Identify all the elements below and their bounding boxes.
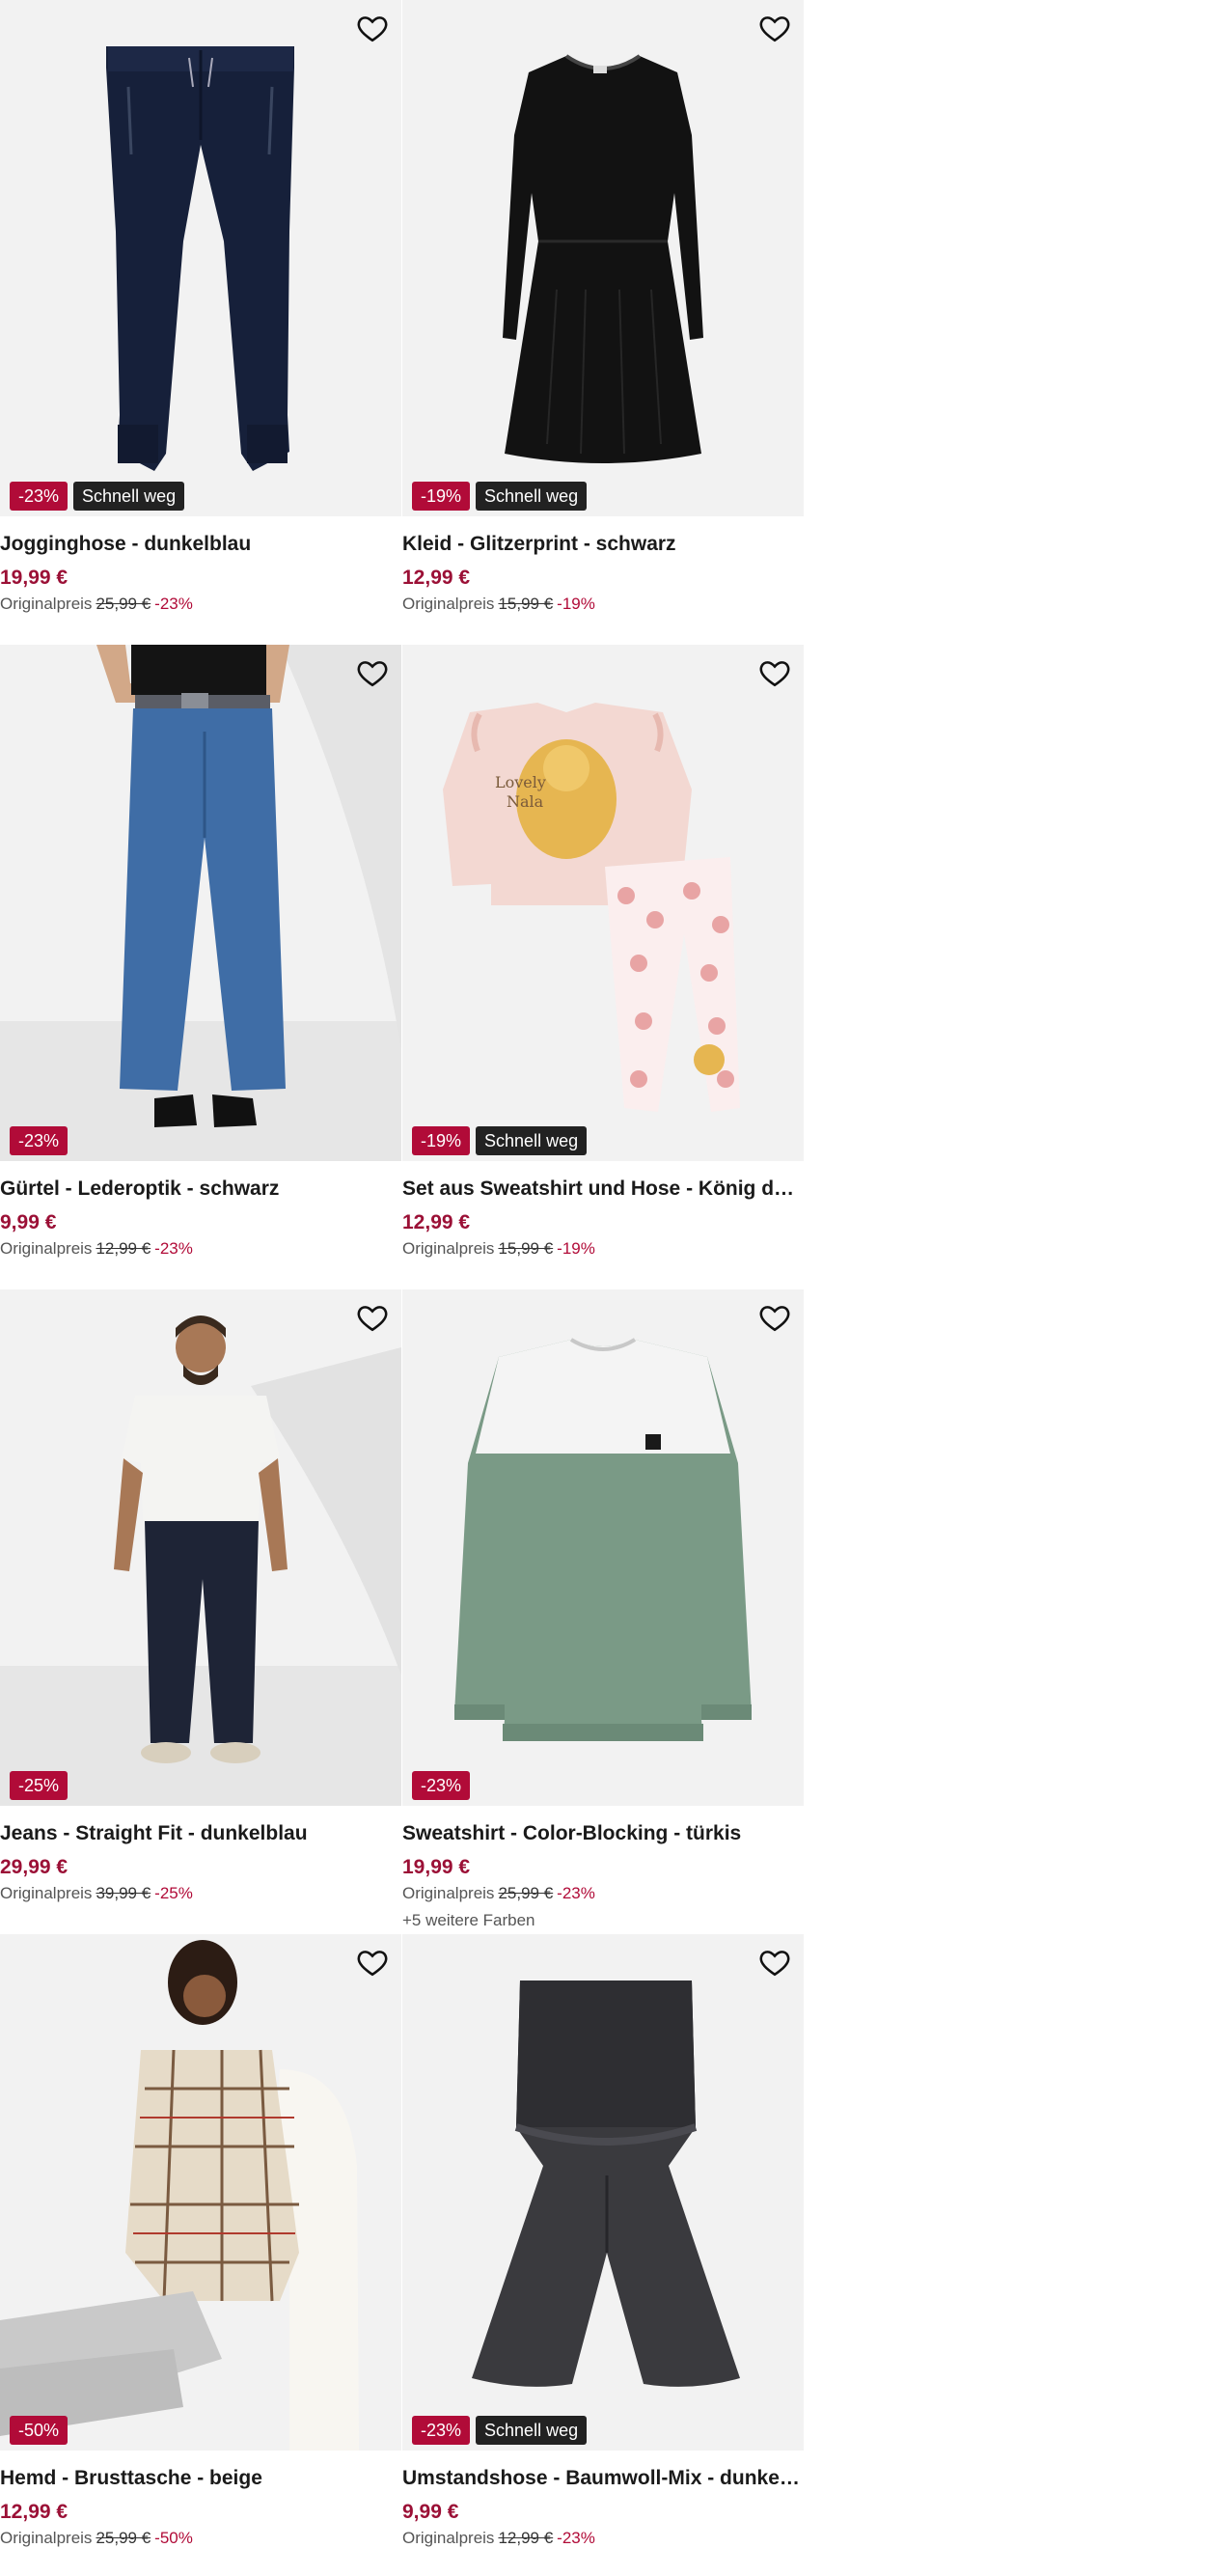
original-price-label: Originalpreis	[402, 2529, 495, 2547]
discount-percent: -23%	[557, 1884, 595, 1902]
jeans-model-image	[114, 1316, 401, 1763]
product-image[interactable]: -23% Schnell weg	[402, 1934, 804, 2451]
discount-badge: -19%	[412, 482, 471, 511]
product-image[interactable]: Lovely Nala -19% Schnell weg	[402, 645, 804, 1161]
badge-row: -23% Schnell weg	[10, 482, 185, 511]
heart-icon[interactable]	[355, 656, 390, 689]
more-colors-link[interactable]: +5 weitere Farben	[402, 1911, 535, 1930]
product-title[interactable]: Jogginghose - dunkelblau	[0, 533, 397, 556]
discount-percent: -25%	[154, 1884, 193, 1902]
badge-row: -19% Schnell weg	[412, 1126, 588, 1155]
product-title[interactable]: Jeans - Straight Fit - dunkelblau	[0, 1822, 397, 1845]
original-price: 12,99 €	[498, 2529, 554, 2547]
original-price-label: Originalpreis	[402, 1884, 495, 1902]
original-price: 12,99 €	[96, 1239, 151, 1258]
original-price-line: Originalpreis 25,99 € -23%	[0, 595, 193, 614]
dress-image	[503, 54, 703, 463]
maternity-pants-image	[472, 1980, 740, 2387]
heart-icon[interactable]	[355, 1301, 390, 1334]
product-image[interactable]: -23%	[402, 1289, 804, 1806]
original-price-label: Originalpreis	[0, 595, 93, 613]
discount-percent: -23%	[154, 1239, 193, 1258]
product-title[interactable]: Kleid - Glitzerprint - schwarz	[402, 533, 800, 556]
product-price: 9,99 €	[402, 2501, 459, 2523]
discount-badge: -23%	[10, 482, 69, 511]
fast-selling-badge: Schnell weg	[476, 1126, 588, 1155]
product-price: 12,99 €	[0, 2501, 69, 2523]
discount-percent: -19%	[557, 595, 595, 613]
product-title[interactable]: Sweatshirt - Color-Blocking - türkis	[402, 1822, 800, 1845]
print-text-line1: Lovely	[495, 773, 546, 791]
fast-selling-badge: Schnell weg	[476, 482, 588, 511]
original-price-label: Originalpreis	[0, 1239, 93, 1258]
heart-icon[interactable]	[355, 12, 390, 44]
product-title[interactable]: Set aus Sweatshirt und Hose - König der …	[402, 1177, 800, 1201]
heart-icon[interactable]	[355, 1946, 390, 1979]
original-price-line: Originalpreis 12,99 € -23%	[402, 2529, 595, 2548]
discount-badge: -23%	[412, 1771, 471, 1800]
original-price-line: Originalpreis 25,99 € -23%	[402, 1884, 595, 1903]
heart-icon[interactable]	[757, 1301, 792, 1334]
original-price: 39,99 €	[96, 1884, 151, 1902]
product-image[interactable]: -23% Schnell weg	[0, 0, 401, 516]
sweatshirt-set-image: Lovely Nala	[443, 703, 740, 1112]
badge-row: -50%	[10, 2416, 69, 2445]
badge-row: -23%	[10, 1126, 69, 1155]
original-price-label: Originalpreis	[402, 1239, 495, 1258]
discount-percent: -23%	[557, 2529, 595, 2547]
belt-jeans-image	[96, 645, 401, 1127]
original-price: 15,99 €	[498, 595, 554, 613]
original-price-label: Originalpreis	[0, 1884, 93, 1902]
product-image[interactable]: -19% Schnell weg	[402, 0, 804, 516]
discount-percent: -19%	[557, 1239, 595, 1258]
original-price-line: Originalpreis 12,99 € -23%	[0, 1239, 193, 1259]
product-image[interactable]: -25%	[0, 1289, 401, 1806]
product-title[interactable]: Umstandshose - Baumwoll-Mix - dunkelgrau	[402, 2467, 800, 2490]
discount-percent: -23%	[154, 595, 193, 613]
product-price: 19,99 €	[402, 1856, 471, 1878]
original-price-label: Originalpreis	[402, 595, 495, 613]
original-price-line: Originalpreis 25,99 € -50%	[0, 2529, 193, 2548]
sweatshirt-image	[454, 1338, 752, 1741]
product-price: 12,99 €	[402, 567, 471, 589]
discount-badge: -19%	[412, 1126, 471, 1155]
jogging-pants-image	[106, 46, 294, 471]
discount-badge: -23%	[10, 1126, 69, 1155]
product-price: 12,99 €	[402, 1211, 471, 1233]
product-price: 9,99 €	[0, 1211, 57, 1233]
original-price-line: Originalpreis 15,99 € -19%	[402, 595, 595, 614]
product-image[interactable]: -23%	[0, 645, 401, 1161]
badge-row: -23% Schnell weg	[412, 2416, 588, 2445]
original-price: 25,99 €	[96, 595, 151, 613]
original-price: 25,99 €	[96, 2529, 151, 2547]
product-image[interactable]: -50%	[0, 1934, 401, 2451]
badge-row: -23%	[412, 1771, 471, 1800]
original-price-line: Originalpreis 15,99 € -19%	[402, 1239, 595, 1259]
fast-selling-badge: Schnell weg	[476, 2416, 588, 2445]
heart-icon[interactable]	[757, 12, 792, 44]
fast-selling-badge: Schnell weg	[73, 482, 185, 511]
badge-row: -25%	[10, 1771, 69, 1800]
product-price: 29,99 €	[0, 1856, 69, 1878]
original-price: 25,99 €	[498, 1884, 554, 1902]
product-title[interactable]: Hemd - Brusttasche - beige	[0, 2467, 397, 2490]
badge-row: -19% Schnell weg	[412, 482, 588, 511]
discount-badge: -50%	[10, 2416, 69, 2445]
discount-badge: -23%	[412, 2416, 471, 2445]
print-text-line2: Nala	[507, 792, 544, 811]
product-price: 19,99 €	[0, 567, 69, 589]
discount-percent: -50%	[154, 2529, 193, 2547]
shirt-model-image	[0, 1940, 359, 2451]
original-price-label: Originalpreis	[0, 2529, 93, 2547]
original-price: 15,99 €	[498, 1239, 554, 1258]
product-title[interactable]: Gürtel - Lederoptik - schwarz	[0, 1177, 397, 1201]
discount-badge: -25%	[10, 1771, 69, 1800]
original-price-line: Originalpreis 39,99 € -25%	[0, 1884, 193, 1903]
heart-icon[interactable]	[757, 656, 792, 689]
heart-icon[interactable]	[757, 1946, 792, 1979]
